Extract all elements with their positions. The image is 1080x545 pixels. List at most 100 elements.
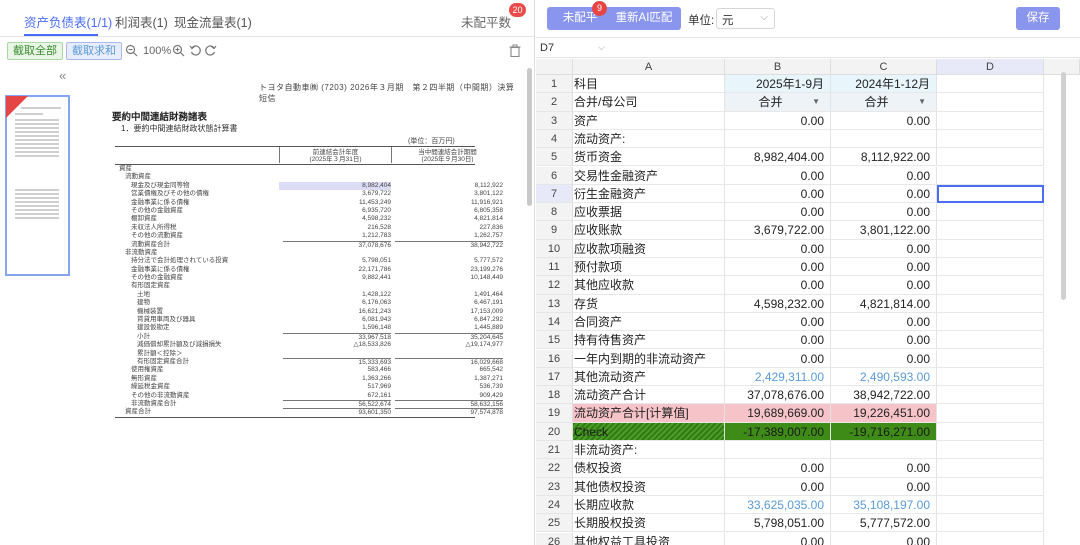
- doc-row-value-current[interactable]: 6,467,191: [395, 299, 503, 307]
- cell-d[interactable]: [937, 331, 1044, 350]
- doc-row[interactable]: 営業債権及びその他の債権 3,679,722 3,801,122: [115, 190, 503, 198]
- doc-row-value-current[interactable]: 665,542: [395, 366, 504, 374]
- cell-period-2025[interactable]: 0.00: [725, 111, 831, 130]
- cell-period-2025[interactable]: -17,389,007.00: [725, 422, 831, 441]
- row-number[interactable]: 1: [536, 75, 573, 94]
- row-number[interactable]: 14: [536, 312, 573, 332]
- column-header-c[interactable]: C: [831, 59, 937, 75]
- pdf-scrollbar[interactable]: [527, 68, 532, 206]
- row-number[interactable]: 24: [536, 495, 573, 515]
- column-header-d[interactable]: D: [937, 59, 1044, 75]
- doc-row[interactable]: 現金及び現金同等物 8,982,404 8,112,922: [115, 181, 503, 191]
- doc-row[interactable]: 建設仮勘定 1,596,148 1,445,889: [115, 324, 503, 332]
- cell-period-2024[interactable]: 8,112,922.00: [831, 148, 937, 167]
- cell-d[interactable]: [937, 93, 1044, 112]
- cell-account-name[interactable]: 存货: [573, 294, 725, 313]
- cell-period-2025[interactable]: 2025年1-9月: [725, 75, 831, 94]
- cell-period-2024[interactable]: 0.00: [831, 111, 937, 130]
- row-number[interactable]: 4: [536, 129, 573, 149]
- cell-period-2024[interactable]: 0.00: [831, 331, 937, 350]
- doc-row[interactable]: その他の流動資産 1,212,783 1,262,757: [115, 232, 503, 240]
- cell-period-2025[interactable]: 0.00: [725, 258, 831, 277]
- rotate-right-icon[interactable]: [203, 44, 217, 58]
- cell-period-2025[interactable]: 5,798,051.00: [725, 514, 831, 533]
- doc-row-value-current[interactable]: 11,916,921: [395, 199, 503, 207]
- cell-account-name[interactable]: 长期股权投资: [573, 514, 725, 533]
- collapse-sidebar-icon[interactable]: «: [59, 68, 66, 83]
- cell-period-2025[interactable]: 0.00: [725, 459, 831, 478]
- cell-account-name[interactable]: 衍生金融资产: [573, 184, 725, 204]
- cell-period-2024[interactable]: [831, 129, 937, 149]
- cell-reference-box[interactable]: D7 ⌵: [536, 37, 1080, 58]
- doc-row-value-current[interactable]: 1,262,757: [395, 232, 503, 240]
- doc-row[interactable]: 建物 6,176,063 6,467,191: [115, 299, 503, 307]
- cell-d[interactable]: [937, 514, 1044, 533]
- row-number[interactable]: 11: [536, 258, 573, 277]
- doc-row[interactable]: その他の非流動資産 672,161 909,429: [115, 392, 503, 400]
- doc-row-value-prev[interactable]: 1,363,266: [283, 375, 391, 383]
- row-number[interactable]: 22: [536, 459, 573, 478]
- corner-header[interactable]: [536, 59, 573, 75]
- row-number[interactable]: 8: [536, 203, 573, 222]
- doc-row-value-prev[interactable]: 216,528: [283, 224, 392, 232]
- row-number[interactable]: 2: [536, 93, 573, 112]
- cell-period-2024[interactable]: 0.00: [831, 166, 937, 185]
- doc-row[interactable]: 機械装置 16,621,243 17,153,009: [115, 308, 503, 316]
- column-header-b[interactable]: B: [725, 59, 831, 75]
- rotate-left-icon[interactable]: [188, 44, 202, 58]
- cell-period-2025[interactable]: 8,982,404.00: [725, 148, 831, 167]
- doc-row-value-current[interactable]: 4,821,814: [395, 215, 503, 223]
- cell-d[interactable]: [937, 294, 1044, 313]
- doc-row-value-prev[interactable]: 1,428,122: [283, 291, 391, 299]
- cell-d[interactable]: [937, 404, 1044, 423]
- row-number[interactable]: 23: [536, 477, 573, 496]
- cell-period-2025[interactable]: 0.00: [725, 349, 831, 368]
- cell-period-2024[interactable]: 0.00: [831, 312, 937, 332]
- cell-d[interactable]: [937, 203, 1044, 222]
- cell-period-2025[interactable]: 3,679,722.00: [725, 221, 831, 240]
- row-number[interactable]: 25: [536, 514, 573, 533]
- cell-period-2024[interactable]: 0.00: [831, 258, 937, 277]
- row-number[interactable]: 7: [536, 184, 573, 204]
- cell-d[interactable]: [937, 459, 1044, 478]
- doc-row[interactable]: 資産: [115, 165, 475, 173]
- row-number[interactable]: 15: [536, 331, 573, 350]
- cell-period-2024[interactable]: 5,777,572.00: [831, 514, 937, 533]
- doc-row-value-prev[interactable]: 4,598,232: [283, 215, 391, 223]
- cell-d[interactable]: [937, 367, 1044, 387]
- doc-row-value-prev[interactable]: 8,982,404: [279, 181, 391, 191]
- doc-row-value-prev[interactable]: 9,882,441: [283, 274, 391, 282]
- doc-row-value-prev[interactable]: 6,176,063: [283, 299, 391, 307]
- cell-account-name[interactable]: 持有待售资产: [573, 331, 725, 350]
- cell-account-name[interactable]: 长期应收款: [573, 495, 725, 515]
- cell-d[interactable]: [937, 166, 1044, 185]
- doc-row[interactable]: 無形資産 1,363,266 1,387,271: [115, 375, 503, 383]
- cell-period-2024[interactable]: 4,821,814.00: [831, 294, 937, 313]
- cell-account-name[interactable]: 流动资产合计: [573, 386, 725, 405]
- doc-row-value-prev[interactable]: 6,081,943: [283, 316, 391, 324]
- doc-row[interactable]: 未収法人所得税 216,528 227,836: [115, 224, 503, 232]
- cell-account-name[interactable]: 债权投资: [573, 459, 725, 478]
- cell-d[interactable]: [937, 276, 1044, 295]
- cell-account-name[interactable]: 货币资金: [573, 148, 725, 167]
- doc-row-value-current[interactable]: 23,199,276: [395, 266, 503, 274]
- row-number[interactable]: 17: [536, 367, 573, 387]
- doc-row-value-current[interactable]: 6,805,358: [395, 207, 503, 215]
- doc-row-value-current[interactable]: 17,153,009: [395, 308, 503, 316]
- page-thumbnail[interactable]: [5, 95, 70, 276]
- doc-row[interactable]: 持分法で会計処理されている投資 5,798,051 5,777,572: [115, 257, 503, 265]
- row-number[interactable]: 26: [536, 532, 573, 545]
- cell-period-2024[interactable]: 2024年1-12月: [831, 75, 937, 94]
- cell-period-2025[interactable]: 0.00: [725, 276, 831, 295]
- cell-d[interactable]: [937, 349, 1044, 368]
- cell-d[interactable]: [937, 111, 1044, 130]
- row-number[interactable]: 3: [536, 111, 573, 130]
- doc-row-value-prev[interactable]: 5,798,051: [283, 257, 391, 265]
- doc-row-value-prev[interactable]: 16,621,243: [283, 308, 391, 316]
- cell-period-2025[interactable]: 0.00: [725, 331, 831, 350]
- cell-d[interactable]: [937, 477, 1044, 496]
- cell-period-2024[interactable]: 2,490,593.00: [831, 367, 937, 387]
- zoom-in-icon[interactable]: [171, 44, 185, 58]
- cell-account-name[interactable]: 应收票据: [573, 203, 725, 222]
- doc-row-value-prev[interactable]: 1,212,783: [283, 232, 391, 240]
